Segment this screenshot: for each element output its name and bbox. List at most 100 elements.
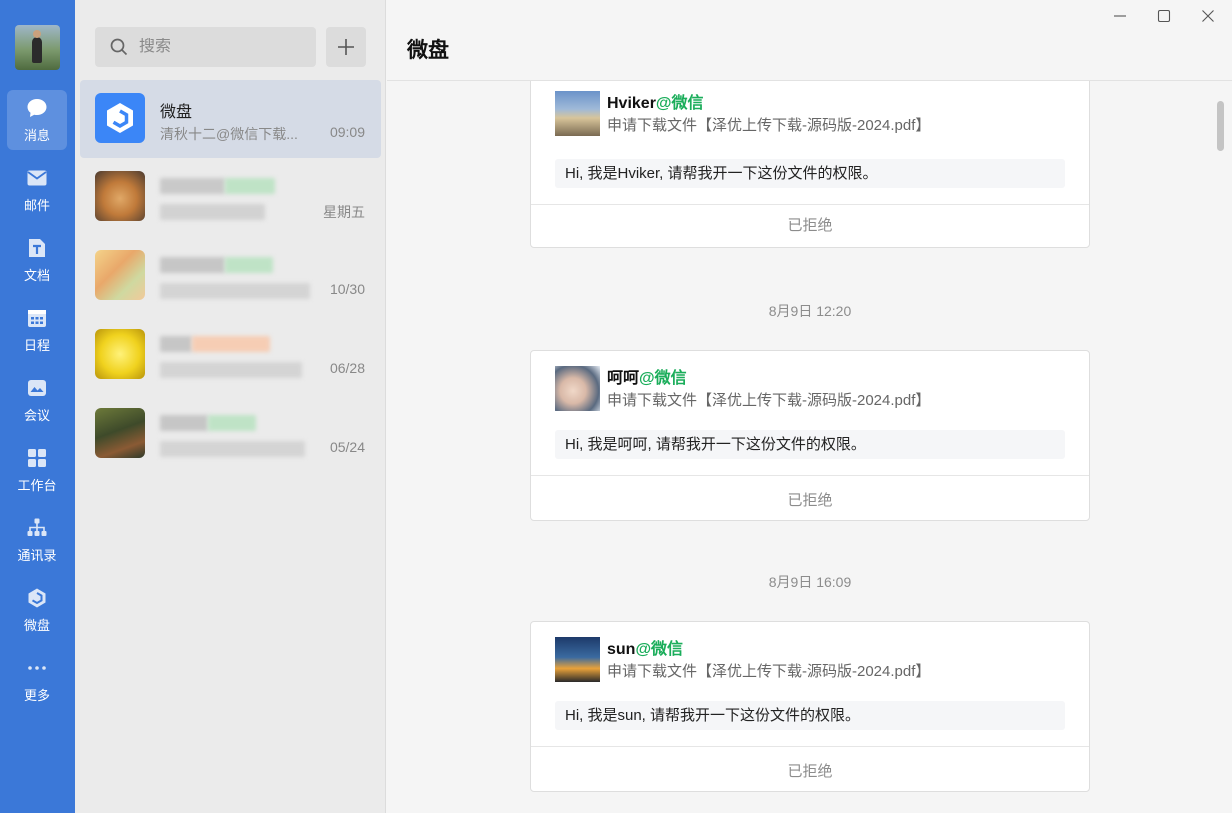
painting-avatar xyxy=(95,408,145,458)
requester-source: @微信 xyxy=(655,95,704,112)
requester-source: @微信 xyxy=(635,641,684,658)
requester-avatar xyxy=(555,91,600,136)
weipan-avatar xyxy=(95,93,145,143)
apps-icon xyxy=(28,449,46,467)
nav-meeting[interactable]: 会议 xyxy=(7,370,67,430)
nav-workbench[interactable]: 工作台 xyxy=(7,440,67,500)
request-message: Hi, 我是Hviker, 请帮我开一下这份文件的权限。 xyxy=(555,159,1065,188)
blurred-name xyxy=(160,178,225,194)
nav-label: 文档 xyxy=(23,268,50,283)
blurred-preview xyxy=(160,362,302,378)
request-message: Hi, 我是呵呵, 请帮我开一下这份文件的权限。 xyxy=(555,430,1065,459)
search-box[interactable] xyxy=(95,27,316,67)
maximize-icon xyxy=(1157,9,1171,23)
chat-icon xyxy=(27,99,47,117)
nav-label: 邮件 xyxy=(23,198,50,213)
mail-icon xyxy=(27,170,47,186)
conversation-item-weipan[interactable]: 微盘 清秋十二@微信下载... 09:09 xyxy=(80,80,381,158)
nav-mail[interactable]: 邮件 xyxy=(7,160,67,220)
blurred-name xyxy=(225,257,273,273)
requester-user: Hviker xyxy=(607,95,656,112)
close-button[interactable] xyxy=(1188,4,1228,28)
cat-avatar xyxy=(95,171,145,221)
drive-icon xyxy=(107,103,133,133)
conversation-item[interactable]: 10/30 xyxy=(80,237,381,315)
drive-icon xyxy=(28,588,46,608)
request-file: 申请下载文件【泽优上传下载-源码版-2024.pdf】 xyxy=(607,663,931,680)
conversation-item[interactable]: 05/24 xyxy=(80,395,381,473)
minimize-button[interactable] xyxy=(1100,4,1140,28)
blurred-name xyxy=(208,415,256,431)
search-input[interactable] xyxy=(139,38,299,56)
scrollbar-thumb[interactable] xyxy=(1217,101,1224,151)
blurred-name xyxy=(160,415,208,431)
plus-icon xyxy=(338,39,354,55)
blurred-name xyxy=(160,257,225,273)
nav-drive[interactable]: 微盘 xyxy=(7,580,67,640)
access-request-card: sun@微信 申请下载文件【泽优上传下载-源码版-2024.pdf】 Hi, 我… xyxy=(530,621,1090,792)
request-status: 已拒绝 xyxy=(787,217,833,234)
requester-name: Hviker@微信 xyxy=(607,89,704,113)
sponge-avatar xyxy=(95,329,145,379)
avatar[interactable] xyxy=(15,25,60,70)
close-icon xyxy=(1202,10,1214,22)
add-button[interactable] xyxy=(326,27,366,67)
card-divider xyxy=(531,475,1089,476)
conversation-item[interactable]: 星期五 xyxy=(80,158,381,236)
calendar-icon xyxy=(28,310,46,327)
conversation-time: 09:09 xyxy=(329,124,365,140)
nav-docs[interactable]: 文档 xyxy=(7,230,67,290)
requester-avatar xyxy=(555,637,600,682)
conversation-time: 05/24 xyxy=(329,439,365,455)
nav-label: 工作台 xyxy=(17,478,57,493)
requester-name: sun@微信 xyxy=(607,635,683,659)
access-request-card: 呵呵@微信 申请下载文件【泽优上传下载-源码版-2024.pdf】 Hi, 我是… xyxy=(530,350,1090,521)
request-file: 申请下载文件【泽优上传下载-源码版-2024.pdf】 xyxy=(607,392,931,409)
blurred-name xyxy=(225,178,275,194)
nav-contacts[interactable]: 通讯录 xyxy=(7,510,67,570)
nav-rail: 消息 邮件 文档 日程 会议 工作台 通讯录 微盘 更多 xyxy=(0,0,75,813)
blurred-preview xyxy=(160,204,265,220)
card-divider xyxy=(531,746,1089,747)
request-status: 已拒绝 xyxy=(787,492,833,509)
nav-label: 消息 xyxy=(23,128,50,143)
timestamp: 8月9日 16:09 xyxy=(768,574,852,590)
request-status: 已拒绝 xyxy=(787,763,833,780)
blurred-preview xyxy=(160,441,305,457)
conversation-name: 微盘 xyxy=(160,104,193,121)
request-feed: Hviker@微信 申请下载文件【泽优上传下载-源码版-2024.pdf】 Hi… xyxy=(387,81,1232,813)
requester-source: @微信 xyxy=(639,370,687,387)
main-panel: 微盘 Hviker@微信 申请下载文件【泽优上传下载-源码版-2024.pdf】… xyxy=(387,0,1232,813)
maximize-button[interactable] xyxy=(1144,4,1184,28)
conversation-time: 星期五 xyxy=(323,204,365,220)
doc-icon xyxy=(29,239,45,257)
search-icon xyxy=(110,38,128,56)
blurred-preview xyxy=(160,283,310,299)
nav-label: 日程 xyxy=(23,338,50,353)
access-request-card: Hviker@微信 申请下载文件【泽优上传下载-源码版-2024.pdf】 Hi… xyxy=(530,81,1090,248)
nav-label: 微盘 xyxy=(23,618,50,633)
minimize-icon xyxy=(1114,15,1126,17)
nav-more[interactable]: 更多 xyxy=(7,650,67,710)
nav-label: 更多 xyxy=(23,688,50,703)
conversation-item[interactable]: 06/28 xyxy=(80,316,381,394)
timestamp: 8月9日 12:20 xyxy=(768,303,852,319)
blurred-name xyxy=(192,336,270,352)
requester-user: 呵呵 xyxy=(607,370,640,387)
more-icon xyxy=(28,666,46,670)
meeting-icon xyxy=(28,380,46,396)
nav-calendar[interactable]: 日程 xyxy=(7,300,67,360)
requester-avatar xyxy=(555,366,600,411)
requester-user: sun xyxy=(607,641,636,658)
conversation-time: 10/30 xyxy=(329,281,365,297)
requester-name: 呵呵@微信 xyxy=(607,364,687,388)
contacts-icon xyxy=(27,518,47,536)
request-file: 申请下载文件【泽优上传下载-源码版-2024.pdf】 xyxy=(607,117,931,134)
nav-messages[interactable]: 消息 xyxy=(7,90,67,150)
conversation-list: 微盘 清秋十二@微信下载... 09:09 星期五 10/30 06/28 05… xyxy=(75,0,386,813)
page-title: 微盘 xyxy=(407,39,449,62)
conversation-preview: 清秋十二@微信下载... xyxy=(160,126,298,142)
blurred-name xyxy=(160,336,192,352)
card-divider xyxy=(531,204,1089,205)
cartoon-avatar xyxy=(95,250,145,300)
